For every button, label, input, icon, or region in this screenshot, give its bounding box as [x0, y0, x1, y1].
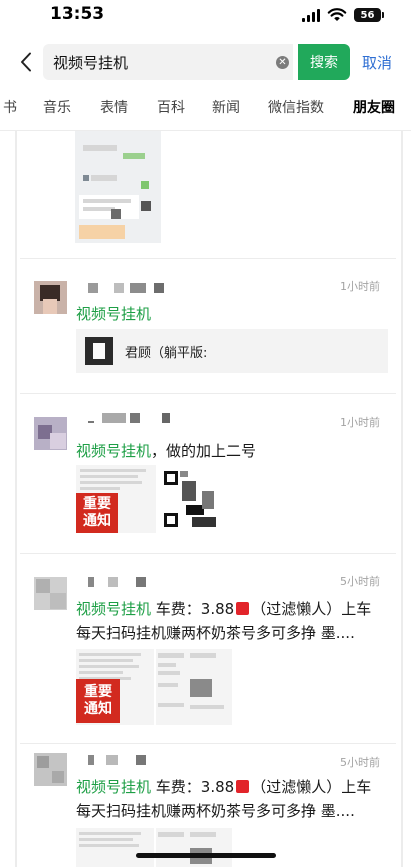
author-name-redacted [88, 577, 152, 587]
cancel-button[interactable]: 取消 [362, 52, 392, 73]
status-icons: 56 [302, 8, 384, 22]
post-body: ，做的加上二号 [151, 442, 257, 460]
keyword-highlight: 视频号挂机 [76, 778, 152, 796]
post-divider [20, 258, 396, 259]
post-text-line-2: 每天扫码挂机赚两杯奶茶号多可多挣 墨.... [76, 802, 355, 820]
tab-music[interactable]: 音乐 [43, 97, 71, 117]
keyword-highlight: 视频号挂机 [76, 600, 152, 618]
post-body: （过滤懒人）上车 [251, 778, 372, 796]
battery-icon: 56 [354, 8, 384, 22]
wifi-icon [327, 8, 347, 21]
post-image[interactable] [156, 828, 232, 867]
category-tabs: 书 音乐 表情 百科 新闻 微信指数 朋友圈 [0, 97, 411, 123]
signal-icon [302, 8, 320, 22]
tab-baike[interactable]: 百科 [157, 97, 185, 117]
battery-level: 56 [360, 9, 375, 21]
status-bar: 13:53 56 [0, 0, 411, 30]
home-indicator[interactable] [136, 853, 276, 858]
post-image[interactable] [156, 649, 232, 725]
post-divider [20, 553, 396, 554]
avatar[interactable] [34, 753, 67, 786]
search-input[interactable]: 视频号挂机 [43, 44, 293, 80]
author-name-redacted [88, 755, 158, 765]
feed-rail-left [15, 131, 17, 867]
shared-link-card[interactable]: 君顾（躺平版: [76, 329, 388, 373]
red-envelope-icon [236, 780, 250, 793]
post-text: 视频号挂机 [76, 303, 151, 324]
clear-icon[interactable]: ✕ [276, 56, 289, 69]
post-text-line-1: 视频号挂机 车费：3.88 （过滤懒人）上车 [76, 598, 371, 619]
post-text-line-2: 每天扫码挂机赚两杯奶茶号多可多挣 墨.... [76, 624, 355, 642]
moments-feed[interactable]: 1小时前 视频号挂机 君顾（躺平版: 1小时前 视频号挂机，做的加上二号 重要通… [0, 131, 411, 867]
post-body: 车费：3.88 [151, 600, 235, 618]
search-button[interactable]: 搜索 [298, 44, 350, 80]
post-text: 视频号挂机，做的加上二号 [76, 440, 256, 461]
avatar[interactable] [34, 417, 67, 450]
notice-badge: 重要通知 [76, 679, 120, 723]
author-name-redacted [88, 283, 172, 293]
post-body: （过滤懒人）上车 [251, 600, 372, 618]
avatar[interactable] [34, 281, 67, 314]
keyword-highlight: 视频号挂机 [76, 442, 152, 460]
tab-moments[interactable]: 朋友圈 [353, 97, 395, 117]
link-title: 君顾（躺平版: [125, 345, 208, 361]
post-time: 1小时前 [340, 280, 380, 293]
search-bar: 视频号挂机 ✕ 搜索 取消 [0, 44, 411, 80]
post-time: 1小时前 [340, 416, 380, 429]
link-thumbnail [85, 337, 113, 365]
tab-books[interactable]: 书 [3, 97, 17, 117]
back-button[interactable] [14, 48, 38, 76]
status-time: 13:53 [50, 4, 105, 24]
avatar[interactable] [34, 577, 67, 610]
chat-screenshot-image[interactable] [75, 131, 161, 243]
post-text-line-1: 视频号挂机 车费：3.88 （过滤懒人）上车 [76, 776, 371, 797]
search-query: 视频号挂机 [53, 54, 129, 72]
tab-stickers[interactable]: 表情 [100, 97, 128, 117]
post-divider [20, 743, 396, 744]
tab-news[interactable]: 新闻 [212, 97, 240, 117]
qr-code-image[interactable] [162, 469, 220, 531]
author-name-redacted [88, 413, 174, 423]
post-body: 车费：3.88 [151, 778, 235, 796]
post-image[interactable] [76, 828, 154, 867]
post-divider [20, 393, 396, 394]
red-envelope-icon [236, 602, 250, 615]
feed-scrollbar[interactable] [401, 131, 403, 867]
post-time: 5小时前 [340, 575, 380, 588]
post-time: 5小时前 [340, 756, 380, 769]
chevron-left-icon [21, 52, 31, 72]
notice-badge: 重要通知 [76, 493, 118, 533]
tab-wechat-index[interactable]: 微信指数 [268, 97, 324, 117]
keyword-highlight: 视频号挂机 [76, 305, 152, 323]
